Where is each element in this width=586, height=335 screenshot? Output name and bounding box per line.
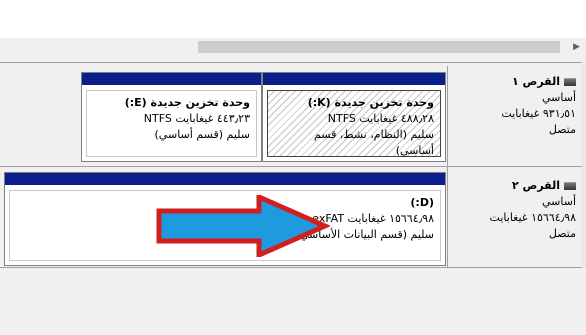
pane-divider [0,62,586,63]
empty-disk-area [0,268,586,335]
partition-k-bar [263,73,445,86]
disk-1-label[interactable]: القرص ١ أساسي ٩٣١٫٥١ غيغابايت متصل [448,70,582,170]
disk-1-separator [447,66,448,166]
partition-e-bar [82,73,261,86]
partition-e-title: وحدة تخزين جديدة (E:) [124,96,250,109]
disk-1-type: أساسي [541,91,576,104]
disk-1-title: القرص ١ [511,75,560,88]
volume-list-area [0,0,586,38]
partition-e-details: وحدة تخزين جديدة (E:) ٤٤٣٫٢٣ غيغابايت NT… [86,90,257,157]
disk-2-title: القرص ٢ [511,179,560,192]
disk-1-size: ٩٣١٫٥١ غيغابايت [501,107,576,120]
disk-row-divider [0,166,586,167]
horizontal-scrollbar[interactable]: ▶ [0,38,586,56]
partition-k-title: وحدة تخزين جديدة (K:) [307,96,434,109]
disk-drive-icon [564,182,576,190]
partition-k-details: وحدة تخزين جديدة (K:) ٤٨٨٫٢٨ غيغابايت NT… [267,90,441,157]
partition-e-size: ٤٤٣٫٢٣ غيغابايت NTFS [143,112,250,125]
partition-e[interactable]: وحدة تخزين جديدة (E:) ٤٤٣٫٢٣ غيغابايت NT… [81,72,262,162]
partition-e-status: سليم (قسم أساسي) [154,128,250,141]
disk-2-size: ١٥٦٦٤٫٩٨ غيغابايت [489,211,576,224]
partition-k[interactable]: وحدة تخزين جديدة (K:) ٤٨٨٫٢٨ غيغابايت NT… [262,72,446,162]
disk-1-status: متصل [548,123,576,136]
partition-k-size: ٤٨٨٫٢٨ غيغابايت NTFS [327,112,434,125]
disk-drive-icon [564,78,576,86]
disk-2-type: أساسي [541,195,576,208]
partition-d-bar [5,173,445,186]
disk-2-label[interactable]: القرص ٢ أساسي ١٥٦٦٤٫٩٨ غيغابايت متصل [448,174,582,274]
annotation-arrow-icon [156,195,330,257]
scroll-right-arrow-icon[interactable]: ▶ [573,40,580,54]
scrollbar-thumb[interactable] [198,41,560,53]
partition-k-status: سليم (النظام، نشط، قسم أساسي) [313,128,434,157]
vertical-scrollbar[interactable] [582,62,586,268]
disk-2-separator [447,166,448,268]
disk-2-status: متصل [548,227,576,240]
